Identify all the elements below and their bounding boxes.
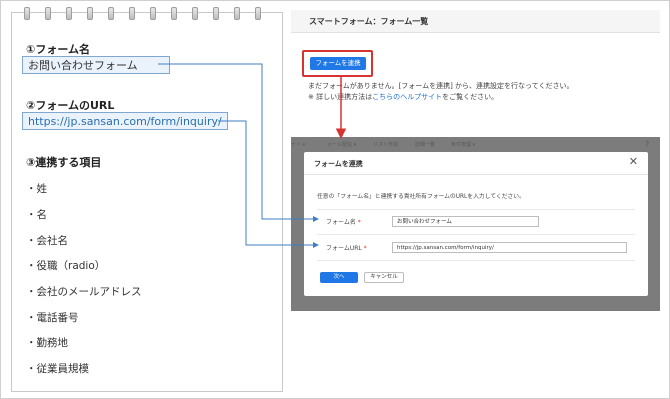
form-name-connector-arrow [158, 63, 319, 222]
form-url-connector-arrow [218, 120, 319, 248]
connector-overlay [158, 63, 347, 248]
